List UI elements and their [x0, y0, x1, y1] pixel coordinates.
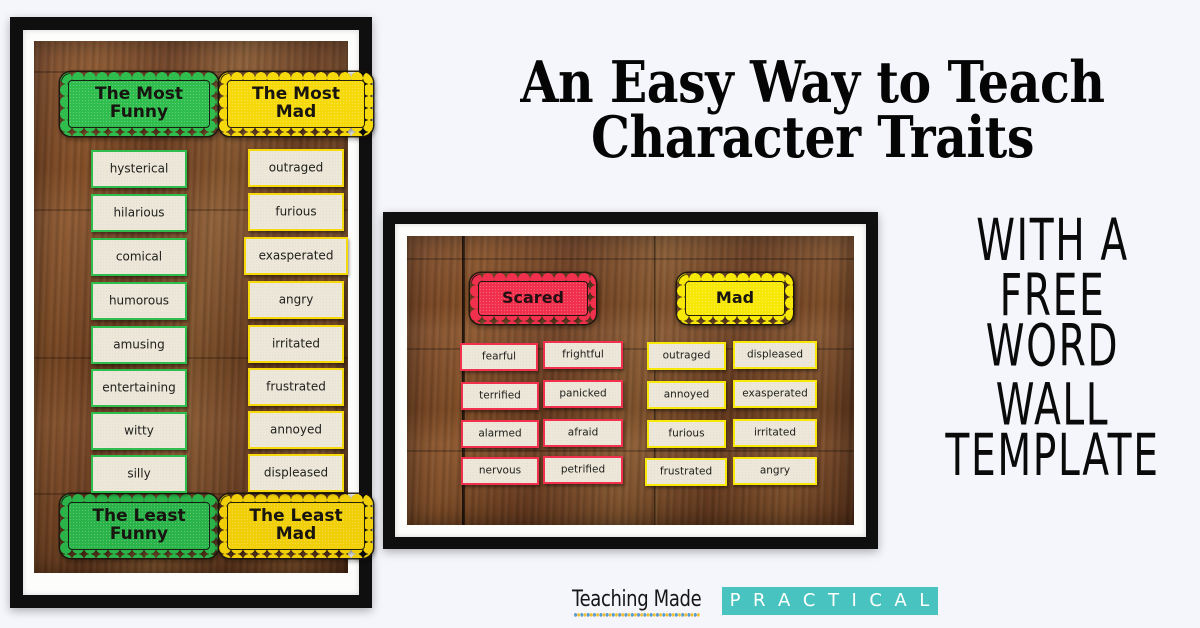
word-card: angry	[733, 457, 817, 485]
word-card: hilarious	[91, 194, 187, 232]
word-card-text: alarmed	[478, 427, 522, 440]
word-card: irritated	[733, 419, 817, 447]
word-card: furious	[647, 420, 726, 448]
word-card-text: afraid	[567, 426, 599, 439]
word-card-text: angry	[759, 464, 791, 477]
word-card-text: panicked	[559, 387, 607, 400]
word-card-text: exasperated	[742, 387, 808, 400]
word-card: exasperated	[244, 237, 348, 275]
word-card: annoyed	[647, 381, 726, 409]
word-card: outraged	[248, 149, 344, 187]
word-card-text: humorous	[108, 293, 170, 308]
word-card-text: entertaining	[102, 380, 176, 395]
label-line-2: Funny	[109, 102, 169, 122]
word-card-text: silly	[127, 466, 151, 481]
label-line-2: Funny	[109, 524, 169, 544]
word-card: panicked	[543, 380, 623, 408]
promo-graphic: The Most Funny The Least Funny hysterica…	[0, 0, 1200, 628]
page-title: An Easy Way to Teach Character Traits	[479, 54, 1146, 171]
label-line-2: Mad	[275, 524, 317, 544]
word-card: angry	[248, 281, 344, 319]
label-the-most-mad: The Most Mad	[219, 72, 373, 136]
word-card: silly	[91, 455, 187, 493]
word-card-text: terrified	[479, 389, 521, 402]
label-the-least-mad: The Least Mad	[219, 494, 373, 558]
word-card: frightful	[543, 341, 623, 369]
word-card-text: nervous	[478, 464, 522, 477]
word-card-text: exasperated	[258, 248, 334, 263]
word-card-text: frightful	[562, 348, 604, 361]
word-card: comical	[91, 238, 187, 276]
word-card-text: annoyed	[269, 422, 322, 437]
subtitle-block: With a Free Word Wall Template	[905, 211, 1200, 489]
word-card-text: furious	[668, 427, 705, 440]
word-card-text: amusing	[113, 337, 165, 352]
label-mad: Mad	[677, 273, 793, 324]
label-the-most-funny: The Most Funny	[60, 72, 218, 136]
word-card: fearful	[460, 343, 538, 371]
word-card-text: irritated	[753, 426, 797, 439]
word-card: outraged	[647, 342, 726, 370]
word-card: humorous	[91, 282, 187, 320]
word-card-text: annoyed	[663, 388, 710, 401]
logo-script-text: Teaching Made	[572, 584, 702, 618]
word-card: exasperated	[733, 380, 817, 408]
word-card: annoyed	[248, 411, 344, 449]
word-card-text: displeased	[263, 465, 329, 480]
word-card-text: fearful	[481, 350, 517, 363]
word-card-text: outraged	[662, 349, 711, 362]
brand-logo[interactable]: Teaching Made P R A C T I C A L	[572, 584, 938, 618]
word-card-text: witty	[124, 423, 154, 438]
word-card: frustrated	[645, 458, 727, 486]
word-card-text: hilarious	[113, 205, 165, 220]
word-card: afraid	[543, 419, 623, 447]
word-card: witty	[91, 412, 187, 450]
word-card-text: comical	[115, 249, 163, 264]
title-line-2: Character Traits	[590, 103, 1035, 171]
word-card: furious	[248, 193, 344, 231]
word-card: terrified	[461, 382, 539, 410]
subtitle-line-3: Word Wall	[985, 312, 1120, 439]
word-card-text: petrified	[560, 463, 606, 476]
word-card-text: furious	[275, 204, 317, 219]
word-card-text: frustrated	[266, 379, 326, 394]
word-card-text: outraged	[268, 160, 324, 175]
word-card-text: displeased	[746, 348, 804, 361]
word-card: hysterical	[91, 150, 187, 188]
word-card: entertaining	[91, 369, 187, 407]
word-card: frustrated	[248, 368, 344, 406]
word-card: petrified	[543, 456, 623, 484]
word-card: displeased	[733, 341, 817, 369]
logo-dots-blue	[573, 612, 700, 618]
label-the-least-funny: The Least Funny	[60, 494, 218, 558]
subtitle-line-4: Template	[945, 421, 1160, 489]
label-text: Mad	[715, 288, 755, 308]
logo-practical-badge: P R A C T I C A L	[721, 586, 938, 615]
logo-script-label: Teaching Made	[572, 584, 702, 612]
word-card: irritated	[248, 325, 344, 363]
word-card: alarmed	[461, 420, 539, 448]
word-card-text: irritated	[271, 336, 321, 351]
word-card-text: hysterical	[109, 161, 169, 176]
label-line-2: Mad	[275, 102, 317, 122]
label-text: Scared	[502, 288, 564, 308]
label-scared: Scared	[470, 273, 596, 324]
word-card: nervous	[461, 457, 539, 485]
word-card-text: frustrated	[659, 465, 713, 478]
word-card: displeased	[248, 454, 344, 492]
word-card-text: angry	[278, 292, 314, 307]
word-card: amusing	[91, 326, 187, 364]
